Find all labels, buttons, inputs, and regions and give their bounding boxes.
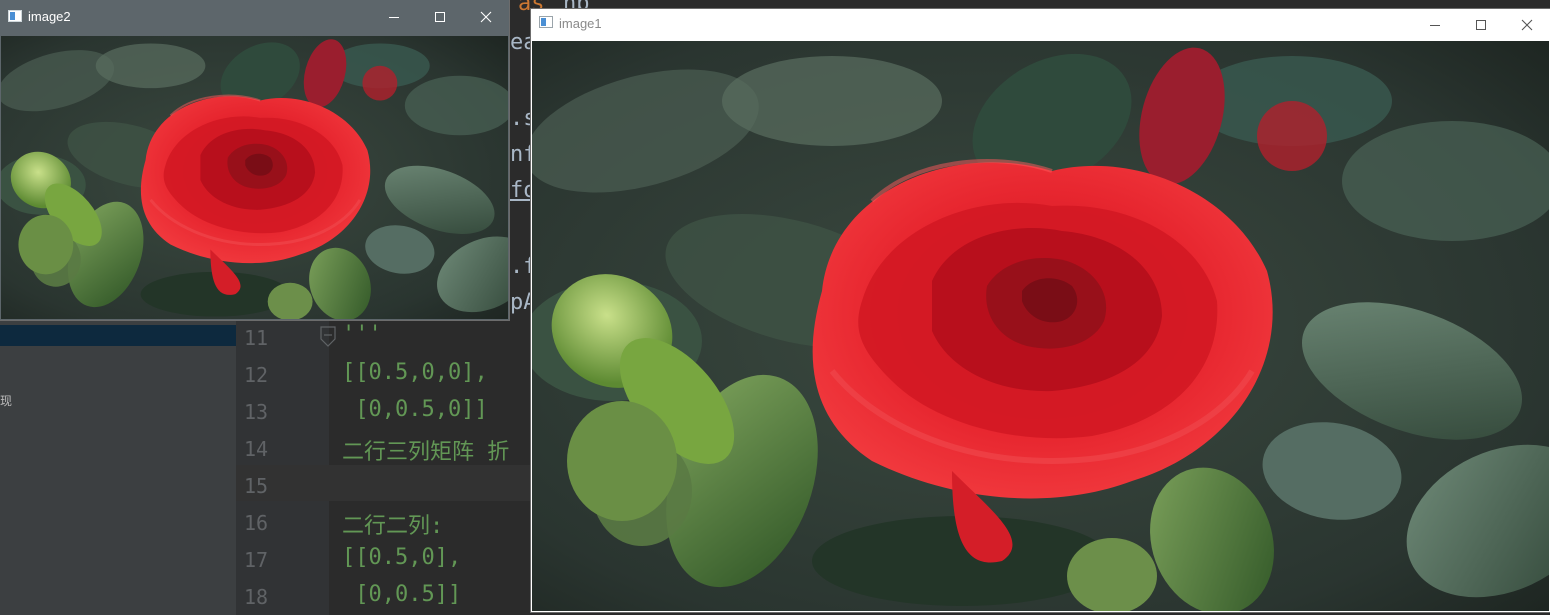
app-window-icon: [539, 16, 553, 28]
window-controls: [371, 0, 509, 34]
line-number: 12: [244, 363, 269, 387]
code-line: [0,0.5]]: [342, 582, 462, 607]
image-canvas[interactable]: [1, 36, 508, 319]
maximize-icon: [1476, 19, 1486, 30]
code-line: [[0.5,0,0],: [342, 360, 488, 385]
app-window-icon: [8, 10, 22, 22]
minimize-button[interactable]: [371, 0, 417, 34]
maximize-button[interactable]: [1458, 9, 1504, 40]
window-controls: [1412, 9, 1550, 43]
title-bar[interactable]: image1: [531, 9, 1550, 40]
line-number: 14: [244, 437, 269, 461]
line-number: 13: [244, 400, 269, 424]
image-canvas[interactable]: [532, 41, 1549, 611]
window-title: image2: [28, 9, 71, 24]
line-number: 18: [244, 585, 269, 609]
rose-photo: [1, 36, 508, 319]
close-icon: [1521, 19, 1533, 30]
rose-photo: [532, 41, 1549, 611]
line-number: 17: [244, 548, 269, 572]
code-line: [[0.5,0],: [342, 545, 462, 570]
fold-marker-icon[interactable]: [319, 326, 337, 348]
maximize-icon: [435, 12, 445, 22]
tree-item-fragment[interactable]: 现: [0, 392, 12, 409]
close-button[interactable]: [463, 0, 509, 34]
line-number: 15: [244, 474, 269, 498]
minimize-button[interactable]: [1412, 9, 1458, 40]
code-line: [0,0.5,0]]: [342, 397, 488, 422]
image2-window[interactable]: image2: [0, 0, 509, 320]
window-title: image1: [559, 16, 602, 31]
code-line: 二行二列:: [342, 514, 444, 539]
code-line: ''': [342, 322, 382, 347]
title-bar[interactable]: image2: [0, 0, 509, 34]
code-line: 二行三列矩阵 折: [342, 440, 510, 465]
line-number: 16: [244, 511, 269, 535]
line-number: 11: [244, 326, 269, 350]
close-icon: [480, 11, 492, 23]
maximize-button[interactable]: [417, 0, 463, 34]
minimize-icon: [1430, 24, 1440, 26]
selected-tree-row[interactable]: [0, 325, 236, 346]
image1-window[interactable]: image1: [531, 9, 1550, 612]
close-button[interactable]: [1504, 9, 1550, 40]
minimize-icon: [389, 17, 399, 18]
